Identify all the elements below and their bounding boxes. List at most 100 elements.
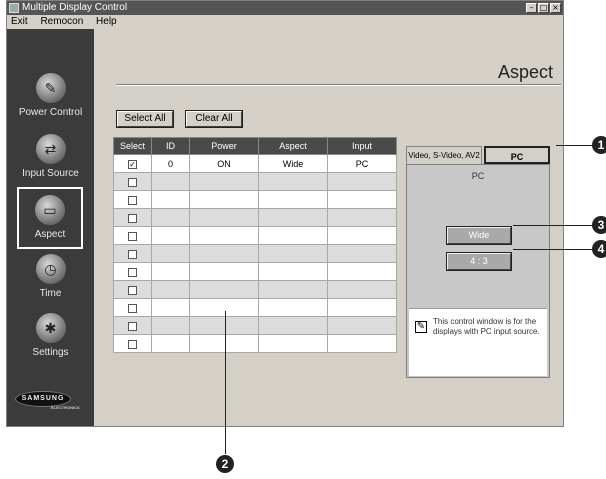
settings-icon: ✱ [35, 313, 66, 343]
input-source-icon: ⇄ [35, 134, 66, 164]
cell-input [327, 244, 397, 263]
note-text: This control window is for the displays … [433, 317, 540, 336]
select-cell [113, 316, 152, 335]
table-row[interactable] [113, 334, 397, 353]
aspect-4-3-button[interactable]: 4 : 3 [446, 252, 512, 271]
table-row[interactable] [113, 244, 397, 263]
callout-line-3 [513, 225, 594, 226]
table-row[interactable] [113, 226, 397, 245]
menu-help[interactable]: Help [96, 16, 117, 27]
row-checkbox[interactable] [128, 195, 137, 205]
sidebar-item-label: Power Control [18, 107, 83, 118]
minimize-button[interactable]: – [526, 3, 537, 13]
table-row[interactable]: ✓ 0 ON Wide PC [113, 154, 397, 173]
col-select: Select [113, 137, 152, 155]
row-checkbox[interactable] [128, 249, 137, 259]
cell-power [189, 316, 259, 335]
row-checkbox[interactable] [128, 285, 137, 295]
panel-subtitle: PC [471, 171, 485, 181]
table-row[interactable] [113, 316, 397, 335]
cell-aspect [258, 244, 328, 263]
cell-aspect [258, 208, 328, 227]
cell-power [189, 280, 259, 299]
callout-2: 2 [216, 455, 234, 473]
sidebar-item-label: Settings [32, 347, 69, 358]
cell-power [189, 226, 259, 245]
cell-input [327, 334, 397, 353]
cell-input: PC [327, 154, 397, 173]
cell-aspect [258, 172, 328, 191]
wide-button[interactable]: Wide [446, 226, 512, 245]
sidebar: ✎ Power Control ⇄ Input Source ▭ Aspect … [7, 29, 94, 426]
clear-all-button[interactable]: Clear All [185, 110, 243, 128]
sidebar-item-aspect[interactable]: ▭ Aspect [17, 187, 83, 249]
cell-aspect: Wide [258, 154, 328, 173]
table-row[interactable] [113, 298, 397, 317]
select-cell [113, 298, 152, 317]
page-title: Aspect [497, 62, 553, 82]
cell-power: ON [189, 154, 259, 173]
row-checkbox[interactable] [128, 303, 137, 313]
table-row[interactable] [113, 280, 397, 299]
sidebar-item-input-source[interactable]: ⇄ Input Source [7, 134, 94, 179]
menu-remocon[interactable]: Remocon [40, 16, 83, 27]
cell-input [327, 208, 397, 227]
cell-aspect [258, 190, 328, 209]
cell-id [151, 334, 190, 353]
tab-video-svideo-av2[interactable]: Video, S-Video, AV2 [406, 146, 482, 164]
select-cell [113, 190, 152, 209]
cell-input [327, 298, 397, 317]
cell-power [189, 208, 259, 227]
select-cell [113, 172, 152, 191]
sidebar-item-time[interactable]: ◷ Time [7, 254, 94, 299]
select-cell [113, 226, 152, 245]
select-cell: ✓ [113, 154, 152, 173]
samsung-logo: SAMSUNG ELECTRONICS [13, 389, 87, 415]
table-row[interactable] [113, 262, 397, 281]
select-all-button[interactable]: Select All [116, 110, 174, 128]
cell-power [189, 244, 259, 263]
callout-line-4 [513, 249, 594, 250]
app-icon [9, 3, 19, 13]
cell-power [189, 172, 259, 191]
table-row[interactable] [113, 172, 397, 191]
row-checkbox[interactable] [128, 231, 137, 241]
row-checkbox[interactable] [128, 339, 137, 349]
cell-id [151, 190, 190, 209]
select-cell [113, 280, 152, 299]
panel-body: PC Wide 4 : 3 ✎ This control window is f… [406, 164, 550, 378]
callout-line-1 [556, 145, 594, 146]
app-window: Multiple Display Control – □ × Exit Remo… [6, 0, 564, 427]
cell-input [327, 172, 397, 191]
menu-exit[interactable]: Exit [11, 16, 28, 27]
cell-aspect [258, 280, 328, 299]
aspect-panel: Video, S-Video, AV2 PC PC Wide 4 : 3 ✎ T… [406, 146, 550, 378]
close-button[interactable]: × [550, 3, 561, 13]
sidebar-item-settings[interactable]: ✱ Settings [7, 313, 94, 358]
window-title: Multiple Display Control [22, 2, 128, 13]
select-cell [113, 334, 152, 353]
row-checkbox[interactable] [128, 213, 137, 223]
menu-bar: Exit Remocon Help [7, 15, 563, 29]
cell-id [151, 244, 190, 263]
row-checkbox[interactable]: ✓ [128, 159, 137, 169]
row-checkbox[interactable] [128, 177, 137, 187]
cell-id [151, 208, 190, 227]
sidebar-item-power-control[interactable]: ✎ Power Control [7, 73, 94, 118]
cell-power [189, 298, 259, 317]
callout-4: 4 [592, 240, 606, 258]
sidebar-item-label: Aspect [34, 229, 66, 240]
table-row[interactable] [113, 190, 397, 209]
cell-id [151, 316, 190, 335]
row-checkbox[interactable] [128, 267, 137, 277]
cell-input [327, 316, 397, 335]
row-checkbox[interactable] [128, 321, 137, 331]
table-row[interactable] [113, 208, 397, 227]
tab-pc[interactable]: PC [484, 146, 550, 164]
clock-icon: ◷ [35, 254, 66, 284]
power-control-icon: ✎ [35, 73, 66, 103]
maximize-button[interactable]: □ [538, 3, 549, 13]
cell-aspect [258, 298, 328, 317]
sidebar-item-label: Input Source [22, 168, 79, 179]
select-cell [113, 262, 152, 281]
